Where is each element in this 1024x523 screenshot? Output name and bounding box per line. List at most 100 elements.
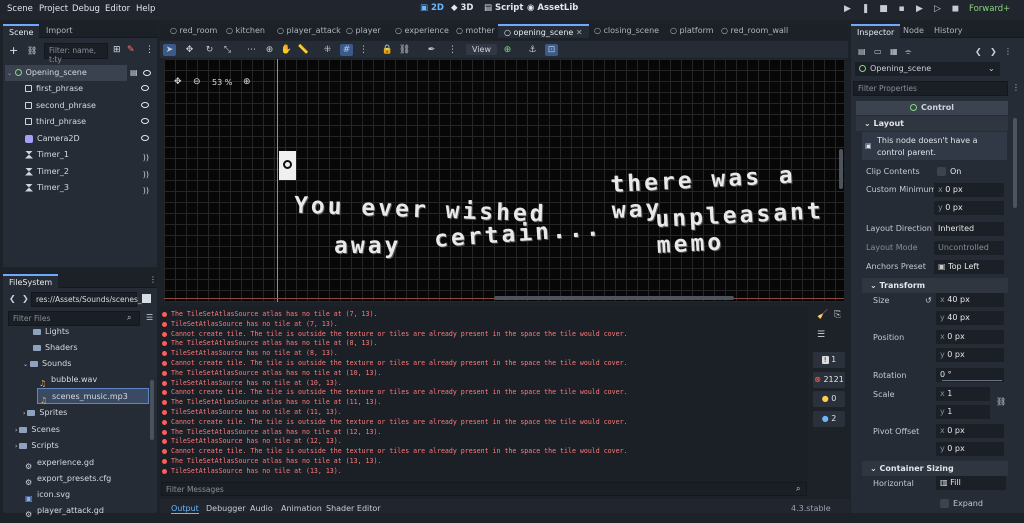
play-custom-icon[interactable]: ▷ [933, 5, 942, 14]
file-icon-svg[interactable]: ▣ icon.svg [25, 487, 70, 503]
tab-kitchen[interactable]: ○ kitchen [220, 24, 271, 38]
expand-checkbox[interactable] [940, 499, 949, 508]
zoom-out-icon[interactable]: ⊖ [193, 77, 201, 87]
custom-min-x-field[interactable]: x 0 px [934, 183, 1004, 197]
file-export-presets[interactable]: ⚙ export_presets.cfg [25, 471, 111, 487]
scale-x-field[interactable]: x 1 [936, 387, 990, 401]
node-row-third-phrase[interactable]: third_phrase [25, 114, 155, 130]
add-node-icon[interactable]: + [9, 44, 18, 57]
skeleton-icon[interactable]: ✒ [425, 44, 438, 56]
position-x-field[interactable]: x 0 px [936, 330, 1004, 344]
scale-y-field[interactable]: y 1 [936, 405, 990, 419]
file-scenes-music[interactable]: ♫ scenes_music.mp3 [37, 388, 149, 405]
node-selector[interactable]: Opening_scene [855, 62, 1000, 76]
folder-scripts[interactable]: › Scripts [15, 438, 59, 454]
keyframe-icon[interactable]: ⊡ [545, 44, 558, 56]
scrollbar[interactable] [150, 380, 154, 440]
object-menu-icon[interactable]: ⋮ [1004, 47, 1012, 56]
mode-assetlib-button[interactable]: ◉ AssetLib [527, 3, 578, 13]
vertical-scrollbar[interactable] [839, 149, 843, 189]
selectable-tool-icon[interactable]: ⋯ [245, 44, 258, 56]
viewport-canvas[interactable]: ✥ ⊖ 53 % ⊕ there was a way You ever wish… [164, 59, 844, 302]
node-row-timer-1[interactable]: Timer_1)) [25, 147, 155, 163]
more-icon[interactable]: ⋮ [1012, 83, 1020, 92]
folder-sprites[interactable]: › Sprites [23, 405, 67, 421]
history-forward-icon[interactable]: ❯ [990, 47, 997, 56]
folder-scenes[interactable]: › Scenes [15, 422, 60, 438]
file-bubble-wav[interactable]: ♫ bubble.wav [39, 372, 97, 388]
renderer-dropdown[interactable]: Forward+ [969, 4, 1010, 14]
remote-debug-icon[interactable]: ▪ [897, 5, 906, 14]
tab-opening-scene[interactable]: ○ opening_scene ✕ [498, 24, 589, 38]
tab-node[interactable]: Node [897, 24, 930, 38]
horizontal-dropdown[interactable]: ▥ Fill [936, 476, 1006, 490]
movie-icon[interactable]: ◼ [951, 5, 960, 14]
play-icon[interactable]: ▶ [843, 5, 852, 14]
tab-red-room[interactable]: ○ red_room [164, 24, 223, 38]
size-x-field[interactable]: x 40 px [936, 293, 1004, 307]
zoom-level[interactable]: 53 % [212, 78, 232, 87]
collapse-icon[interactable]: ☰ [817, 330, 825, 340]
tab-closing-scene[interactable]: ○ closing_scene [588, 24, 665, 38]
add-point-icon[interactable]: ⊕ [501, 44, 514, 56]
smart-snap-icon[interactable]: ⁜ [321, 44, 334, 56]
move-tool-icon[interactable]: ✥ [183, 44, 196, 56]
horizontal-scrollbar[interactable] [494, 296, 734, 300]
tab-inspector[interactable]: Inspector [851, 24, 901, 38]
node-row-timer-3[interactable]: Timer_3)) [25, 180, 155, 196]
tab-history[interactable]: History [928, 24, 968, 38]
tab-scene[interactable]: Scene [3, 24, 40, 38]
node-row-second-phrase[interactable]: second_phrase [25, 98, 155, 114]
copy-icon[interactable]: ⎘ [834, 310, 841, 320]
mode-2d-button[interactable]: ▣ 2D [420, 3, 444, 13]
expand-arrow-icon[interactable]: › [15, 443, 17, 450]
grid-snap-icon[interactable]: # [340, 44, 353, 56]
collapse-arrow-icon[interactable]: ⌄ [7, 70, 12, 77]
folder-sounds[interactable]: ⌄ Sounds [23, 356, 71, 372]
script-icon[interactable]: ✎ [127, 45, 135, 55]
ruler-tool-icon[interactable]: 📏 [297, 44, 310, 56]
mode-script-button[interactable]: ▤ Script [484, 3, 523, 13]
tab-mother[interactable]: ○ mother [450, 24, 501, 38]
open-icon[interactable]: ▭ [874, 47, 882, 56]
path-field[interactable]: res://Assets/Sounds/scenes_ [31, 292, 142, 307]
lock-icon[interactable]: 🔒 [381, 44, 394, 56]
expand-arrow-icon[interactable]: › [23, 410, 25, 417]
more-icon[interactable]: ⋮ [145, 45, 154, 55]
menu-project[interactable]: Project [39, 4, 68, 14]
folder-shaders[interactable]: Shaders [33, 340, 78, 356]
control-node-box[interactable] [279, 151, 296, 180]
container-sizing-section[interactable]: ⌄ Container Sizing [862, 461, 1008, 476]
file-experience-gd[interactable]: ⚙ experience.gd [25, 455, 94, 471]
node-row-camera2d[interactable]: Camera2D [25, 131, 155, 147]
rotation-slider[interactable] [942, 380, 1002, 381]
tab-filesystem[interactable]: FileSystem [3, 274, 59, 288]
pan-tool-icon[interactable]: ✋ [280, 44, 293, 56]
expand-arrow-icon[interactable]: ⌄ [23, 361, 28, 368]
snap-options-icon[interactable]: ⋮ [357, 44, 370, 56]
pivot-y-field[interactable]: y 0 px [936, 442, 1004, 456]
mode-3d-button[interactable]: ◆ 3D [451, 3, 473, 13]
visibility-eye-icon[interactable] [143, 70, 151, 76]
back-icon[interactable]: ❮ [9, 294, 16, 303]
menu-editor[interactable]: Editor [105, 4, 130, 14]
scene-filter-input[interactable]: Filter: name, t:ty [44, 43, 108, 64]
transform-section[interactable]: ⌄ Transform [862, 278, 1008, 293]
node-row-opening-scene[interactable]: ⌄ Opening_scene [5, 65, 127, 81]
node-row-timer-2[interactable]: Timer_2)) [25, 164, 155, 180]
tool-icon[interactable]: ⌯ [905, 47, 911, 57]
menu-debug[interactable]: Debug [72, 4, 100, 14]
reset-icon[interactable]: ↺ [925, 296, 932, 305]
menu-scene[interactable]: Scene [7, 4, 33, 14]
clip-contents-checkbox[interactable] [937, 167, 946, 176]
tab-animation[interactable]: Animation [281, 504, 322, 513]
tab-red-room-wall[interactable]: ○ red_room_wall [715, 24, 794, 38]
play-scene-icon[interactable]: ▶ [915, 5, 924, 14]
message-filter-button[interactable]: ● 2 [813, 411, 845, 427]
menu-help[interactable]: Help [136, 4, 155, 14]
chevron-down-icon[interactable]: ⌄ [988, 64, 995, 73]
error-filter-button[interactable]: ⊗ 2121 [813, 372, 845, 388]
link-icon[interactable]: ⛓ [27, 46, 37, 55]
warning-filter-button[interactable]: ● 0 [813, 391, 845, 407]
attach-script-icon[interactable]: ⊞ [113, 45, 121, 55]
